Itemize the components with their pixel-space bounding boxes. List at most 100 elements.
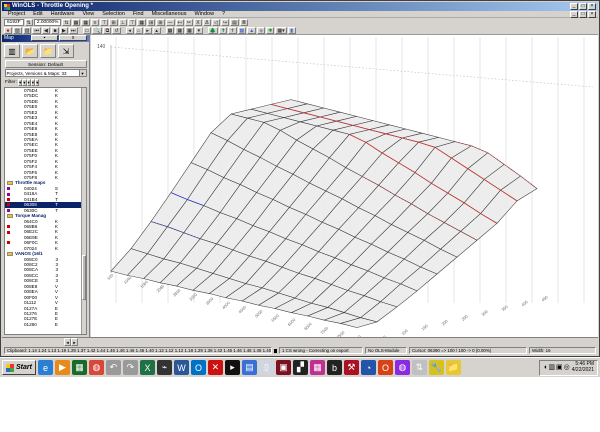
menu-item-view[interactable]: View: [78, 11, 98, 17]
zoom-in-icon[interactable]: 🔍: [92, 26, 103, 34]
menu-item-find[interactable]: Find: [129, 11, 148, 17]
stop-icon[interactable]: ■: [50, 26, 59, 34]
outlook-icon[interactable]: O: [190, 360, 206, 375]
chrome-icon[interactable]: ◍: [88, 360, 104, 375]
record-icon[interactable]: ●: [4, 26, 12, 34]
internet-explorer-icon[interactable]: e: [37, 360, 53, 375]
view-text-icon[interactable]: ≡: [91, 18, 100, 26]
address-field-spinner[interactable]: ⇅: [24, 18, 33, 26]
factor-field[interactable]: 2.00000%: [33, 18, 62, 26]
grid3-icon[interactable]: ⊞: [156, 18, 165, 26]
close-button[interactable]: ×: [588, 3, 596, 10]
minus-icon[interactable]: —: [165, 18, 175, 26]
wrench-icon[interactable]: 🔧: [428, 360, 444, 375]
map-list-row[interactable]: 01280 E: [5, 322, 86, 327]
tab-scroll-left-icon[interactable]: ◄: [64, 338, 71, 346]
panel-close-icon[interactable]: x: [59, 35, 88, 41]
session-button[interactable]: Session: Default: [4, 60, 87, 68]
map-3d-view[interactable]: 140 520 1040 1560 2080 2600 3000 3500 4000 4500 50…: [91, 35, 598, 337]
mdi-restore-button[interactable]: □: [579, 11, 587, 18]
equalizer-icon[interactable]: ≣: [239, 18, 249, 26]
filter-button-2[interactable]: ▾: [22, 78, 27, 86]
chevron-down-icon[interactable]: ▼: [78, 70, 86, 76]
globe-browser-icon[interactable]: ◍: [394, 360, 410, 375]
forward-icon[interactable]: ⏭: [68, 26, 78, 34]
import-folder-icon[interactable]: 📁: [40, 43, 56, 58]
red-tool-icon[interactable]: ⚒: [343, 360, 359, 375]
col-mid-icon[interactable]: ⊞: [109, 18, 118, 26]
color-grid-icon[interactable]: ▦: [309, 360, 325, 375]
menu-item-hardware[interactable]: Hardware: [47, 11, 79, 17]
minimize-button[interactable]: _: [570, 3, 578, 10]
step-fwd-icon[interactable]: ▶: [59, 26, 68, 34]
list-icon[interactable]: ▤: [230, 18, 239, 26]
rewind-icon[interactable]: ⏮: [32, 26, 41, 34]
grid-icon[interactable]: ▦: [137, 18, 147, 26]
menu-item-selection[interactable]: Selection: [98, 11, 129, 17]
address-field[interactable]: 6192F: [4, 18, 24, 26]
explorer-folder-icon[interactable]: ▤: [241, 360, 257, 375]
nav-right-icon[interactable]: ▸: [143, 26, 152, 34]
bar-icon[interactable]: ▮: [287, 26, 296, 34]
person2-icon[interactable]: ✝: [228, 26, 237, 34]
person-icon[interactable]: ✝: [219, 26, 228, 34]
shared-folder-icon[interactable]: 📁: [445, 360, 461, 375]
star-icon[interactable]: ✱: [266, 26, 275, 34]
cut-icon[interactable]: ✂: [184, 18, 193, 26]
jump-icon[interactable]: ↪: [220, 18, 230, 26]
combo-icon[interactable]: ▦▾: [275, 26, 287, 34]
opera-icon[interactable]: O: [377, 360, 393, 375]
tray-network-icon[interactable]: ▥: [548, 364, 555, 372]
mdi-minimize-button[interactable]: _: [570, 11, 578, 18]
save-map-icon[interactable]: ▥: [4, 43, 20, 58]
firefox-icon[interactable]: ◔: [360, 360, 376, 375]
map-3d-icon[interactable]: ▦: [175, 26, 185, 34]
map-text-icon[interactable]: ▦: [185, 26, 194, 34]
col-flip-icon[interactable]: ⊥: [118, 18, 128, 26]
menu-item-miscellaneous[interactable]: Miscellaneous: [148, 11, 191, 17]
diamond-icon[interactable]: ◆: [257, 26, 266, 34]
projects-combobox[interactable]: Projects, Versions & Maps: 33 ▼: [4, 69, 87, 77]
excel-icon[interactable]: X: [139, 360, 155, 375]
redo-tool-icon[interactable]: ↷: [122, 360, 138, 375]
play-left-icon[interactable]: ◁: [211, 18, 220, 26]
tray-shield-icon[interactable]: ▣: [556, 364, 563, 372]
undo-tool-icon[interactable]: ↶: [105, 360, 121, 375]
scrollbar-thumb[interactable]: [82, 255, 86, 300]
word-icon[interactable]: W: [173, 360, 189, 375]
filter-button-5[interactable]: ▾: [35, 78, 40, 86]
list-scrollbar[interactable]: [81, 88, 86, 334]
tuner-app-icon[interactable]: ▣: [275, 360, 291, 375]
delta-icon[interactable]: Δ: [202, 18, 211, 26]
obd-cable-icon[interactable]: ⌁: [156, 360, 172, 375]
title-bar[interactable]: WinOLS - Throttle Opening * _ □ ×: [2, 2, 598, 11]
menu-item-?[interactable]: ?: [218, 11, 229, 17]
menu-item-window[interactable]: Window: [190, 11, 218, 17]
table-icon[interactable]: ▦: [237, 26, 247, 34]
sync-arrows-icon[interactable]: ⇅: [411, 360, 427, 375]
panel-pin-icon[interactable]: ▪: [30, 35, 59, 41]
tray-volume-icon[interactable]: ◖: [543, 364, 547, 372]
col-up-icon[interactable]: ⊤: [100, 18, 109, 26]
checker-a-icon[interactable]: ▨: [13, 26, 22, 34]
media-player-icon[interactable]: ▶: [54, 360, 70, 375]
step-back-icon[interactable]: ◀: [41, 26, 50, 34]
map-list[interactable]: 075D4 K 075DC K 075DE K 075E0 K 075E2 K 075E3 K 075E…: [4, 87, 87, 335]
factor-field-spinner[interactable]: ⇅: [62, 18, 71, 26]
checkered-flag-icon[interactable]: ▞: [292, 360, 308, 375]
grid2-icon[interactable]: ⊞: [147, 18, 156, 26]
nav-up-icon[interactable]: ▴: [152, 26, 161, 34]
col-swap-icon[interactable]: ⊤: [128, 18, 137, 26]
menu-item-edit[interactable]: Edit: [29, 11, 46, 17]
chart-up-icon[interactable]: ▲: [247, 26, 257, 34]
checker-b-icon[interactable]: ▧: [22, 26, 32, 34]
taskbar-clock[interactable]: 5:46 PM 4/22/2021: [572, 361, 594, 373]
rotate-icon[interactable]: ↺: [112, 26, 121, 34]
export-icon[interactable]: ⇲: [58, 43, 74, 58]
start-button[interactable]: Start: [2, 360, 36, 375]
origin-icon[interactable]: ⌂: [134, 26, 143, 34]
terminal-icon[interactable]: ▸: [224, 360, 240, 375]
mdi-close-button[interactable]: ×: [588, 11, 596, 18]
maximize-button[interactable]: □: [579, 3, 587, 10]
tab-scroll-right-icon[interactable]: ►: [71, 338, 78, 346]
